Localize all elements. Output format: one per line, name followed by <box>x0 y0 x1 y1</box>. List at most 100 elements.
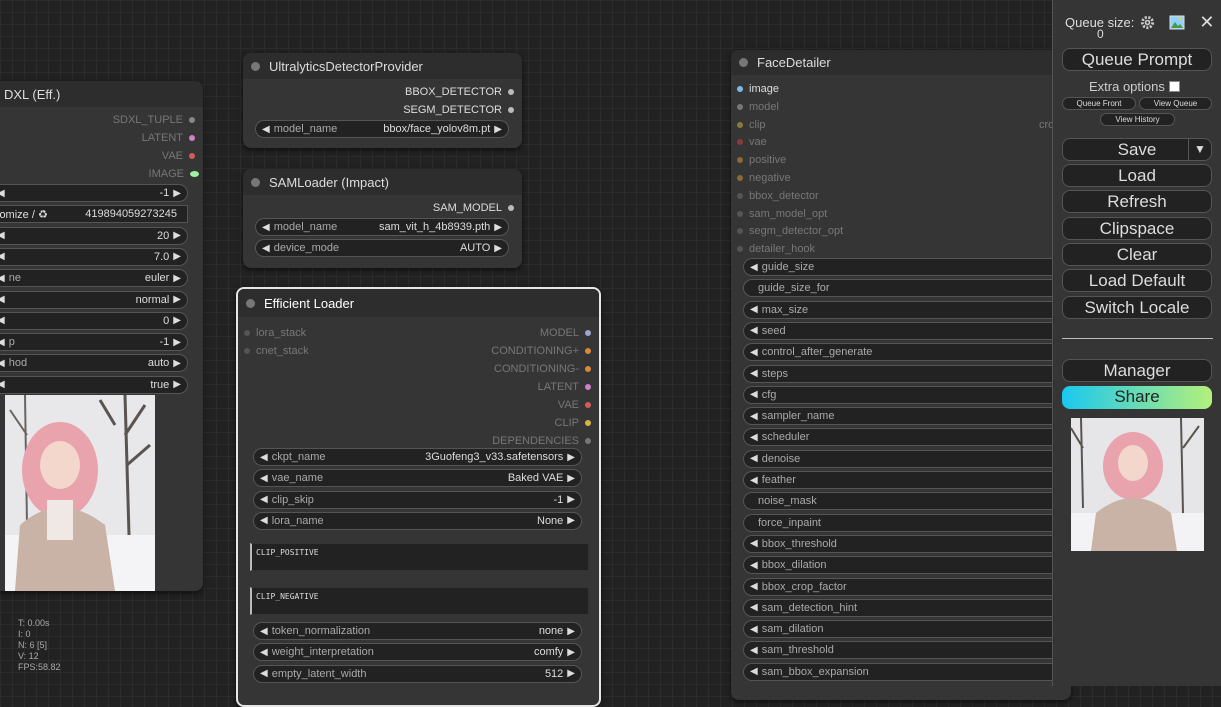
decrement-arrow-icon[interactable]: ◀ <box>0 230 5 241</box>
decrement-arrow-icon[interactable]: ◀ <box>260 647 268 658</box>
widget-guide-size[interactable]: ◀ guide_size <box>743 258 1071 276</box>
sdxl-widget-7[interactable]: ◀p -1▶ <box>0 333 188 352</box>
decrement-arrow-icon[interactable]: ◀ <box>0 379 5 390</box>
widget-steps[interactable]: ◀ steps <box>743 364 1071 383</box>
save-dropdown-arrow-icon[interactable]: ▼ <box>1188 139 1211 160</box>
output-model[interactable]: MODEL <box>540 327 591 339</box>
sdxl-widget-2[interactable]: ◀ 20▶ <box>0 226 188 245</box>
output-conditioning-minus[interactable]: CONDITIONING- <box>494 363 591 375</box>
output-sam-model[interactable]: SAM_MODEL <box>433 202 514 214</box>
load-default-button[interactable]: Load Default <box>1062 269 1212 292</box>
increment-arrow-icon[interactable]: ▶ <box>173 379 181 390</box>
sdxl-widget-8[interactable]: ◀hod auto▶ <box>0 354 188 373</box>
clip-negative-textarea[interactable]: CLIP_NEGATIVE <box>250 587 589 615</box>
load-button[interactable]: Load <box>1062 164 1212 187</box>
decrement-arrow-icon[interactable]: ◀ <box>0 273 5 284</box>
increment-arrow-icon[interactable]: ▶ <box>173 358 181 369</box>
node-facedetailer-title[interactable]: FaceDetailer <box>731 50 1071 75</box>
increment-arrow-icon[interactable]: ▶ <box>567 515 575 526</box>
widget-empty-latent-width[interactable]: ◀ empty_latent_width 512 ▶ <box>253 664 582 683</box>
node-ultralytics-title[interactable]: UltralyticsDetectorProvider <box>243 53 522 79</box>
widget-sampler-name[interactable]: ◀ sampler_name <box>743 407 1071 426</box>
increment-arrow-icon[interactable]: ▶ <box>567 473 575 484</box>
decrement-arrow-icon[interactable]: ◀ <box>0 188 5 199</box>
input-clip[interactable]: clip <box>737 119 766 131</box>
increment-arrow-icon[interactable]: ▶ <box>173 315 181 326</box>
increment-arrow-icon[interactable]: ▶ <box>567 647 575 658</box>
refresh-button[interactable]: Refresh <box>1062 190 1212 213</box>
node-ultralytics[interactable]: UltralyticsDetectorProvider BBOX_DETECTO… <box>243 53 522 148</box>
decrement-arrow-icon[interactable]: ◀ <box>260 626 268 637</box>
input-lora-stack[interactable]: lora_stack <box>244 327 306 339</box>
increment-arrow-icon[interactable]: ▶ <box>567 494 575 505</box>
queue-front-button[interactable]: Queue Front <box>1062 97 1136 110</box>
input-image[interactable]: image <box>737 83 779 95</box>
input-cnet-stack[interactable]: cnet_stack <box>244 345 309 357</box>
decrement-arrow-icon[interactable]: ◀ <box>0 251 5 262</box>
decrement-arrow-icon[interactable]: ◀ <box>750 560 758 571</box>
node-sdxl-eff[interactable]: DXL (Eff.) SDXL_TUPLE LATENT VAE IMAGE ◀… <box>0 81 203 591</box>
widget-seed-randomize[interactable]: lomize / ♻ 419894059273245 <box>0 205 188 224</box>
widget-sam-dilation[interactable]: ◀ sam_dilation <box>743 620 1071 639</box>
view-history-button[interactable]: View History <box>1100 113 1175 126</box>
widget-vae-name[interactable]: ◀ vae_name Baked VAE ▶ <box>253 469 582 488</box>
widget-model-name[interactable]: ◀ model_name bbox/face_yolov8m.pt ▶ <box>255 120 509 138</box>
input-positive[interactable]: positive <box>737 154 786 166</box>
input-bbox-detector[interactable]: bbox_detector <box>737 190 819 202</box>
widget-control-after-generate[interactable]: ◀ control_after_generate <box>743 343 1071 362</box>
widget-seed[interactable]: ◀ seed <box>743 321 1071 340</box>
widget-bbox-dilation[interactable]: ◀ bbox_dilation <box>743 556 1071 575</box>
node-samloader[interactable]: SAMLoader (Impact) SAM_MODEL ◀ model_name… <box>243 169 522 268</box>
output-dependencies[interactable]: DEPENDENCIES <box>492 435 591 447</box>
queue-prompt-button[interactable]: Queue Prompt <box>1062 48 1212 71</box>
widget-sam-detection-hint[interactable]: ◀ sam_detection_hint <box>743 598 1071 617</box>
decrement-arrow-icon[interactable]: ◀ <box>750 304 758 315</box>
clipspace-button[interactable]: Clipspace <box>1062 217 1212 240</box>
node-facedetailer[interactable]: FaceDetailer image model clip vae positive ne… <box>731 50 1071 700</box>
decrement-arrow-icon[interactable]: ◀ <box>750 347 758 358</box>
output-latent[interactable]: LATENT <box>538 381 591 393</box>
node-sdxl-title[interactable]: DXL (Eff.) <box>0 81 203 107</box>
node-samloader-title[interactable]: SAMLoader (Impact) <box>243 169 522 195</box>
decrement-arrow-icon[interactable]: ◀ <box>262 124 270 135</box>
decrement-arrow-icon[interactable]: ◀ <box>0 294 5 305</box>
sdxl-widget-6[interactable]: ◀ 0▶ <box>0 311 188 330</box>
output-sdxl-tuple[interactable]: SDXL_TUPLE <box>113 114 195 126</box>
increment-arrow-icon[interactable]: ▶ <box>173 294 181 305</box>
decrement-arrow-icon[interactable]: ◀ <box>750 581 758 592</box>
input-negative[interactable]: negative <box>737 172 791 184</box>
decrement-arrow-icon[interactable]: ◀ <box>260 452 268 463</box>
clear-button[interactable]: Clear <box>1062 243 1212 266</box>
widget-lora-name[interactable]: ◀ lora_name None ▶ <box>253 511 582 530</box>
widget-bbox-crop-factor[interactable]: ◀ bbox_crop_factor <box>743 577 1071 596</box>
input-sam-model-opt[interactable]: sam_model_opt <box>737 208 827 220</box>
widget-sam-threshold[interactable]: ◀ sam_threshold <box>743 641 1071 660</box>
decrement-arrow-icon[interactable]: ◀ <box>750 602 758 613</box>
widget-cfg[interactable]: ◀ cfg <box>743 385 1071 404</box>
widget-sam-bbox-expansion[interactable]: ◀ sam_bbox_expansion <box>743 662 1071 681</box>
output-latent[interactable]: LATENT <box>142 132 195 144</box>
decrement-arrow-icon[interactable]: ◀ <box>750 262 758 273</box>
sdxl-widget-4[interactable]: ◀ne euler▶ <box>0 269 188 288</box>
save-button[interactable]: Save ▼ <box>1062 138 1212 161</box>
gear-icon[interactable] <box>1140 15 1155 30</box>
share-button[interactable]: Share <box>1062 386 1212 409</box>
decrement-arrow-icon[interactable]: ◀ <box>260 473 268 484</box>
decrement-arrow-icon[interactable]: ◀ <box>750 624 758 635</box>
output-image[interactable]: IMAGE <box>149 168 199 180</box>
widget-scheduler[interactable]: ◀ scheduler <box>743 428 1071 447</box>
decrement-arrow-icon[interactable]: ◀ <box>260 515 268 526</box>
output-bbox-detector[interactable]: BBOX_DETECTOR <box>405 86 514 98</box>
node-efficient-loader[interactable]: Efficient Loader lora_stack cnet_stack M… <box>236 287 601 707</box>
switch-locale-button[interactable]: Switch Locale <box>1062 296 1212 319</box>
close-icon[interactable]: ✕ <box>1199 12 1214 33</box>
output-segm-detector[interactable]: SEGM_DETECTOR <box>403 104 514 116</box>
decrement-arrow-icon[interactable]: ◀ <box>0 337 5 348</box>
input-detailer-hook[interactable]: detailer_hook <box>737 243 815 255</box>
widget-sam-model-name[interactable]: ◀ model_name sam_vit_h_4b8939.pth ▶ <box>255 218 509 236</box>
increment-arrow-icon[interactable]: ▶ <box>173 188 181 199</box>
increment-arrow-icon[interactable]: ▶ <box>173 251 181 262</box>
increment-arrow-icon[interactable]: ▶ <box>567 452 575 463</box>
increment-arrow-icon[interactable]: ▶ <box>173 337 181 348</box>
widget-noise-mask[interactable]: noise_mask <box>743 492 1071 511</box>
